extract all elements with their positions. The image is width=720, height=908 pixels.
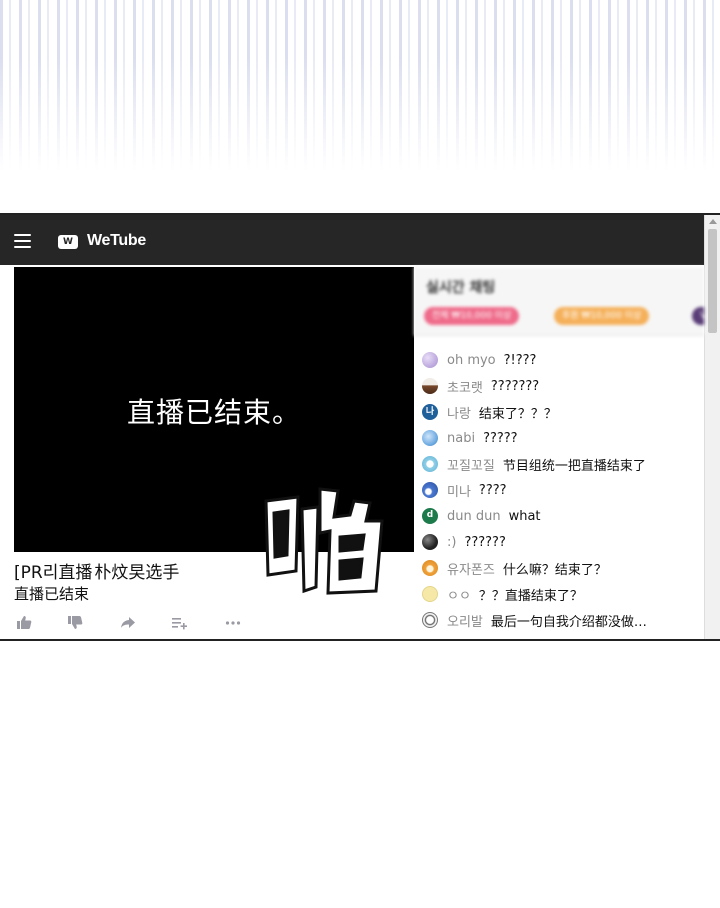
chat-text: 最后一句自我介绍都没做…	[490, 614, 647, 630]
chat-message: d dun dun what	[422, 505, 704, 527]
chat-filter-pill-all[interactable]: 전체 ₩10,000 이상	[424, 307, 520, 325]
user-avatar-icon[interactable]	[422, 482, 438, 498]
chat-message: 유자폰즈 什么嘛？结束了？	[422, 557, 704, 579]
user-avatar-icon[interactable]: d	[422, 508, 438, 524]
background-speedlines	[0, 0, 720, 170]
chat-text: ???????	[490, 378, 540, 394]
app-name[interactable]: WeTube	[87, 232, 146, 250]
chat-username[interactable]: :)	[447, 535, 456, 550]
chat-username[interactable]: 오리발	[447, 611, 483, 630]
chat-text: ??????	[464, 534, 506, 550]
scrollbar-thumb[interactable]	[708, 229, 717, 333]
chat-filter-pill-donation[interactable]: 후원 ₩10,000 이상	[554, 307, 650, 325]
user-avatar-icon[interactable]	[422, 560, 438, 576]
chat-message: 꼬질꼬질 节目组统一把直播结束了	[422, 453, 704, 475]
chat-text: ????	[478, 482, 507, 498]
share-icon[interactable]	[120, 615, 136, 634]
chat-username[interactable]: 초코랫	[447, 377, 483, 396]
add-to-playlist-icon[interactable]	[171, 615, 187, 634]
browser-window: W WeTube 直播已结束。 [PR리直播 朴炆旲选手 直播已结束 실시간 채…	[0, 213, 720, 641]
live-chat-header: 실시간 채팅 전체 ₩10,000 이상 후원 ₩10,000 이상 V	[414, 267, 704, 336]
top-nav-bar: W WeTube	[0, 215, 704, 265]
page-scrollbar[interactable]	[704, 215, 720, 639]
chat-username[interactable]: dun dun	[447, 509, 501, 524]
chat-message: :) ??????	[422, 531, 704, 553]
video-title-prefix: [PR리	[14, 563, 59, 583]
thumbs-down-icon[interactable]	[67, 615, 83, 634]
user-avatar-icon[interactable]	[422, 534, 438, 550]
chat-message: 나 나랑 结束了？？？	[422, 401, 704, 423]
video-status-text: 直播已结束	[14, 585, 90, 603]
scroll-up-arrow-icon[interactable]	[709, 219, 717, 224]
video-title-rest: 朴炆旲选手	[94, 563, 180, 583]
stream-ended-overlay: 直播已结束。	[126, 396, 301, 429]
user-avatar-icon[interactable]	[422, 612, 438, 628]
thumbs-up-icon[interactable]	[16, 615, 32, 634]
hamburger-menu-icon[interactable]	[14, 234, 31, 248]
chat-text: 节目组统一把直播结束了	[502, 458, 646, 474]
chat-username[interactable]: nabi	[447, 431, 475, 446]
chat-username[interactable]: 나랑	[447, 403, 471, 422]
user-avatar-icon[interactable]	[422, 586, 438, 602]
chat-text: ？？直播结束了？	[478, 588, 583, 604]
live-chat-title: 실시간 채팅	[426, 280, 496, 296]
user-avatar-icon[interactable]	[422, 378, 438, 394]
chat-username[interactable]: 꼬질꼬질	[447, 455, 495, 474]
chat-message: nabi ?????	[422, 427, 704, 449]
chat-text: ?!???	[503, 352, 537, 368]
video-action-bar	[14, 615, 254, 633]
chat-username[interactable]: 미나	[447, 481, 471, 500]
chat-message: oh myo ?!???	[422, 349, 704, 371]
chat-message: 초코랫 ???????	[422, 375, 704, 397]
wetube-logo-icon[interactable]: W	[58, 235, 78, 249]
chat-text: what	[508, 508, 541, 524]
chat-text: ?????	[483, 430, 518, 446]
sound-effect-pa-icon	[264, 487, 384, 595]
chat-username[interactable]: oh myo	[447, 353, 496, 368]
chat-message: 오리발 最后一句自我介绍都没做…	[422, 609, 704, 631]
chat-message: 미나 ????	[422, 479, 704, 501]
chat-filter-pill-v[interactable]: V	[692, 307, 704, 325]
chat-text: 什么嘛？结束了？	[502, 562, 607, 578]
chat-username[interactable]: 유자폰즈	[447, 559, 495, 578]
video-title: [PR리直播 朴炆旲选手	[14, 558, 179, 583]
video-title-mid: 直播	[58, 563, 93, 583]
chat-text: 结束了？？？	[478, 406, 557, 422]
live-chat-panel: 실시간 채팅 전체 ₩10,000 이상 후원 ₩10,000 이상 V oh …	[414, 267, 704, 639]
user-avatar-icon[interactable]	[422, 430, 438, 446]
chat-username[interactable]: ㅇㅇ	[447, 585, 471, 604]
user-avatar-icon[interactable]	[422, 352, 438, 368]
user-avatar-icon[interactable]	[422, 456, 438, 472]
user-avatar-icon[interactable]: 나	[422, 404, 438, 420]
chat-message: ㅇㅇ ？？直播结束了？	[422, 583, 704, 605]
more-options-icon[interactable]	[225, 615, 241, 634]
